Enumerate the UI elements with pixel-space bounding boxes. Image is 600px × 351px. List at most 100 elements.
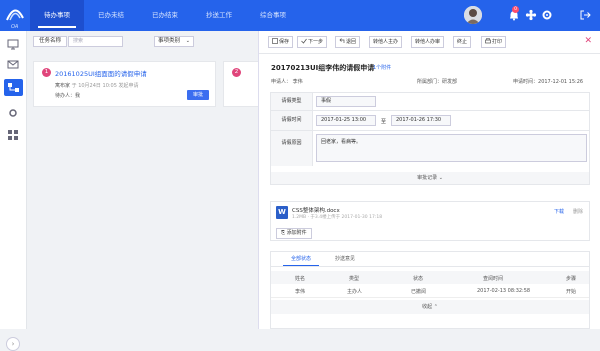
settings-icon[interactable]	[7, 107, 19, 119]
card-handler: 待办人：我	[55, 92, 80, 99]
tab-general[interactable]: 综合事项	[246, 0, 300, 31]
collapse-toggle[interactable]: 收起 ⌃	[271, 300, 589, 314]
divider	[271, 266, 589, 267]
form-row-type: 请假类型 事假	[271, 93, 589, 111]
print-button[interactable]: 打印	[481, 36, 507, 48]
category-select-label: 事项类别	[158, 38, 181, 44]
terminate-button[interactable]: 终止	[453, 36, 472, 48]
card-handler-value: 我	[75, 93, 81, 99]
header-type: 类型	[349, 276, 360, 282]
attachment-link[interactable]: 1个附件	[373, 64, 391, 71]
tab-cc-work[interactable]: 抄送工作	[192, 0, 246, 31]
row-step: 开始	[566, 289, 577, 295]
add-attachment-label: 添加附件	[286, 230, 307, 236]
reason-field[interactable]: 回老家，看病等。	[316, 134, 587, 162]
detail-panel: 保存 下一步 退回 转他人主办 转他人办审 终止 打印 ✕ 20170213UI…	[258, 31, 600, 329]
download-link[interactable]: 下载	[554, 208, 564, 215]
card-meta: 寓布家 于 10月24日 10:05 发起申请	[55, 82, 139, 89]
avatar[interactable]	[464, 6, 482, 24]
card-title[interactable]: 20161025UI组面面的请假申请	[55, 68, 147, 78]
attachment-meta: 1.2MB · 于3.4楼上传于 2017-01-30 17:18	[292, 215, 383, 220]
header-name: 姓名	[295, 276, 306, 282]
time-separator: 至	[381, 119, 387, 125]
card-handler-label: 待办人：	[55, 93, 76, 99]
flow-table: 全部状态 抄送意见 姓名 类型 状态 查阅时间 步骤 李伟 主办人 已撤阅 20…	[270, 251, 590, 329]
table-header: 姓名 类型 状态 查阅时间 步骤	[271, 271, 589, 284]
end-time-field[interactable]: 2017-01-26 17:30	[391, 115, 451, 126]
page-title: 20170213UI组李伟的请假申请	[271, 64, 375, 72]
next-step-label: 下一步	[308, 39, 324, 45]
start-time-field[interactable]: 2017-01-25 13:00	[316, 115, 376, 126]
tab-done-open[interactable]: 已办未结	[84, 0, 138, 31]
tab-todo[interactable]: 待办事项	[30, 0, 84, 31]
flower-icon[interactable]	[525, 9, 537, 21]
next-step-button[interactable]: 下一步	[297, 36, 328, 48]
header-step: 步骤	[566, 276, 577, 282]
collapse-sidebar-button[interactable]: ›	[6, 337, 20, 351]
task-card[interactable]: 2	[223, 61, 263, 107]
category-select[interactable]: 事项类别 ⌄	[154, 36, 194, 47]
collapse-label: 收起	[422, 304, 433, 310]
top-bar: OA 待办事项 已办未结 已办结束 抄送工作 综合事项 0	[0, 0, 600, 31]
table-row: 李伟 主办人 已撤阅 2017-02-13 08:32:58 开始	[271, 284, 589, 298]
date-info: 申请时间：2017-12-01 15:26	[513, 78, 583, 85]
row-type: 主办人	[347, 289, 363, 295]
apps-icon[interactable]	[7, 129, 19, 141]
mail-icon[interactable]	[7, 58, 19, 70]
gear-icon[interactable]	[541, 9, 553, 21]
return-icon	[339, 38, 345, 44]
approve-button[interactable]: 审批	[187, 90, 209, 100]
type-field[interactable]: 事假	[316, 96, 376, 107]
task-card[interactable]: 1 20161025UI组面面的请假申请 寓布家 于 10月24日 10:05 …	[33, 61, 216, 107]
tab-all-status[interactable]: 全部状态	[283, 252, 319, 266]
return-label: 退回	[346, 39, 357, 45]
add-attachment-button[interactable]: ⎘ 添加附件	[276, 228, 312, 239]
attachment-name[interactable]: CSS整体架构.docx	[292, 206, 340, 214]
delete-link[interactable]: 删除	[573, 208, 583, 215]
form-row-time: 请假时间 2017-01-25 13:00 至 2017-01-26 17:30	[271, 111, 589, 131]
leave-form: 请假类型 事假 请假时间 2017-01-25 13:00 至 2017-01-…	[270, 92, 590, 185]
logout-icon[interactable]	[579, 9, 591, 21]
tab-done-closed[interactable]: 已办结束	[138, 0, 192, 31]
card-number: 1	[42, 68, 51, 77]
applicant-label: 申请人：	[271, 79, 292, 85]
chevron-down-icon: ⌄	[185, 38, 190, 44]
transfer-review-button[interactable]: 转他人办审	[411, 36, 445, 48]
attachment-item: W CSS整体架构.docx 1.2MB · 于3.4楼上传于 2017-01-…	[270, 201, 590, 241]
card-applicant: 寓布家	[55, 83, 71, 89]
word-icon: W	[276, 206, 288, 219]
monitor-icon[interactable]	[7, 38, 19, 50]
save-label: 保存	[279, 39, 290, 45]
dept-info: 所属部门：研发部	[417, 78, 457, 85]
task-name-label: 任务名称	[33, 36, 67, 47]
notification-badge: 0	[512, 6, 519, 13]
approval-record-toggle[interactable]: 审批记录 ⌄	[271, 172, 589, 184]
workflow-icon[interactable]	[4, 79, 23, 96]
row-view-time: 2017-02-13 08:32:58	[477, 288, 531, 294]
print-label: 打印	[492, 39, 503, 45]
close-icon[interactable]: ✕	[584, 36, 592, 46]
header-view-time: 查阅时间	[483, 276, 504, 282]
approval-record-label: 审批记录	[417, 175, 438, 181]
return-button[interactable]: 退回	[335, 36, 361, 48]
date-label: 申请时间：	[513, 79, 539, 85]
dept-value: 研发部	[442, 79, 458, 85]
search-input[interactable]: 搜索	[68, 36, 123, 47]
dept-label: 所属部门：	[417, 79, 443, 85]
type-label: 请假类型	[271, 93, 313, 110]
reason-label: 请假原因	[271, 131, 313, 166]
tab-cc-opinions[interactable]: 抄送意见	[327, 252, 363, 266]
save-icon	[272, 38, 278, 44]
print-icon	[485, 38, 491, 44]
row-name: 李伟	[295, 289, 306, 295]
sidebar: ›	[0, 31, 27, 351]
applicant-value: 李伟	[292, 79, 303, 85]
save-button[interactable]: 保存	[268, 36, 294, 48]
row-status: 已撤阅	[411, 289, 427, 295]
transfer-host-button[interactable]: 转他人主办	[369, 36, 403, 48]
header-status: 状态	[413, 276, 424, 282]
time-label: 请假时间	[271, 111, 313, 130]
check-icon	[301, 38, 307, 44]
applicant-info: 申请人： 李伟	[271, 78, 303, 85]
form-row-reason: 请假原因 回老家，看病等。	[271, 131, 589, 166]
